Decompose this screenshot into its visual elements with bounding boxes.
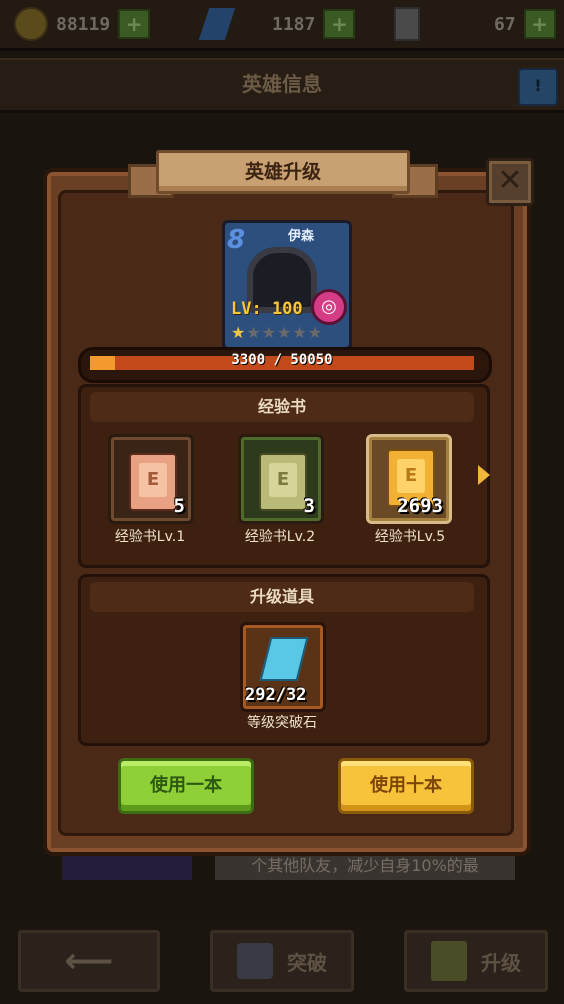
exp-book-lv1-label: 经验书Lv.1 [114,529,186,545]
item-count: 292/32 [245,685,307,705]
breakthrough-button[interactable]: 突破 [210,930,354,992]
star-filled-icon: ★ [231,323,247,342]
breakthrough-label: 突破 [287,950,327,975]
help-button[interactable]: ! [518,68,558,106]
exp-book-heading: 经验书 [90,392,474,422]
star-empty-icon: ★ [307,323,324,342]
resource-bar: 88119 + 1187 + 67 + [0,0,564,51]
star-empty-icon: ★ [246,323,262,342]
ticket-icon [394,7,420,41]
upgrade-button[interactable]: 升级 [404,930,548,992]
upgrade-label: 升级 [481,950,521,975]
hero-card: 8 伊森 LV: 100 ◎ ★★★★★★ [222,220,352,350]
hero-rank-badge: 8 [227,225,246,255]
close-button[interactable]: ✕ [486,158,534,206]
hero-name: 伊森 [287,229,314,244]
page-title: 英雄信息 [0,58,564,113]
gem-resource: 1187 + [198,0,356,48]
green-book-icon: E [259,453,307,511]
breakthrough-icon [237,943,273,979]
skill-preview-image [62,852,192,880]
gold-amount: 88119 [56,13,111,35]
red-book-icon: E [129,453,177,511]
close-icon: ✕ [497,163,523,198]
exp-book-icon [431,941,467,981]
scroll-right-arrow-icon[interactable] [478,465,490,485]
hero-level: LV: 100 [231,299,303,319]
use-ten-button[interactable]: 使用十本 [338,758,474,814]
ticket-resource: 67 + [394,0,556,48]
target-skill-icon: ◎ [311,289,347,325]
exp-book-lv1-slot[interactable]: E 5 [108,434,194,524]
exp-book-lv2-slot[interactable]: E 3 [238,434,324,524]
item-count: 5 [173,495,185,517]
star-empty-icon: ★ [261,323,278,342]
star-empty-icon: ★ [277,323,293,342]
back-arrow-icon: ⟵ [64,941,114,981]
skill-description: 个其他队友，减少自身10%的最 [215,852,515,880]
add-ticket-button[interactable]: + [523,9,556,39]
breakthrough-stone-slot[interactable]: 292/32 [240,622,326,712]
back-button[interactable]: ⟵ [18,930,160,992]
exp-progress-text: 3300 / 50050 [231,352,333,368]
add-gem-button[interactable]: + [323,9,356,39]
use-one-button[interactable]: 使用一本 [118,758,254,814]
item-count: 3 [303,495,315,517]
star-empty-icon: ★ [292,323,308,342]
dialog-title: 英雄升级 [156,150,410,194]
blue-crystal-icon [259,637,309,681]
gold-resource: 88119 + [14,0,151,48]
gem-icon [198,8,236,40]
gem-amount: 1187 [272,13,316,35]
exp-book-lv5-slot[interactable]: E 2693 [366,434,452,524]
breakthrough-stone-label: 等级突破石 [247,715,317,731]
dialog-title-ribbon: 英雄升级 [128,150,438,198]
add-gold-button[interactable]: + [118,9,151,39]
upgrade-item-heading: 升级道具 [90,582,474,612]
gold-coin-icon [14,7,48,41]
exp-book-lv5-label: 经验书Lv.5 [374,529,446,545]
ticket-amount: 67 [494,13,516,35]
item-count: 2693 [397,495,443,517]
hero-star-rating: ★★★★★★ [231,323,323,342]
exp-book-lv2-label: 经验书Lv.2 [244,529,316,545]
